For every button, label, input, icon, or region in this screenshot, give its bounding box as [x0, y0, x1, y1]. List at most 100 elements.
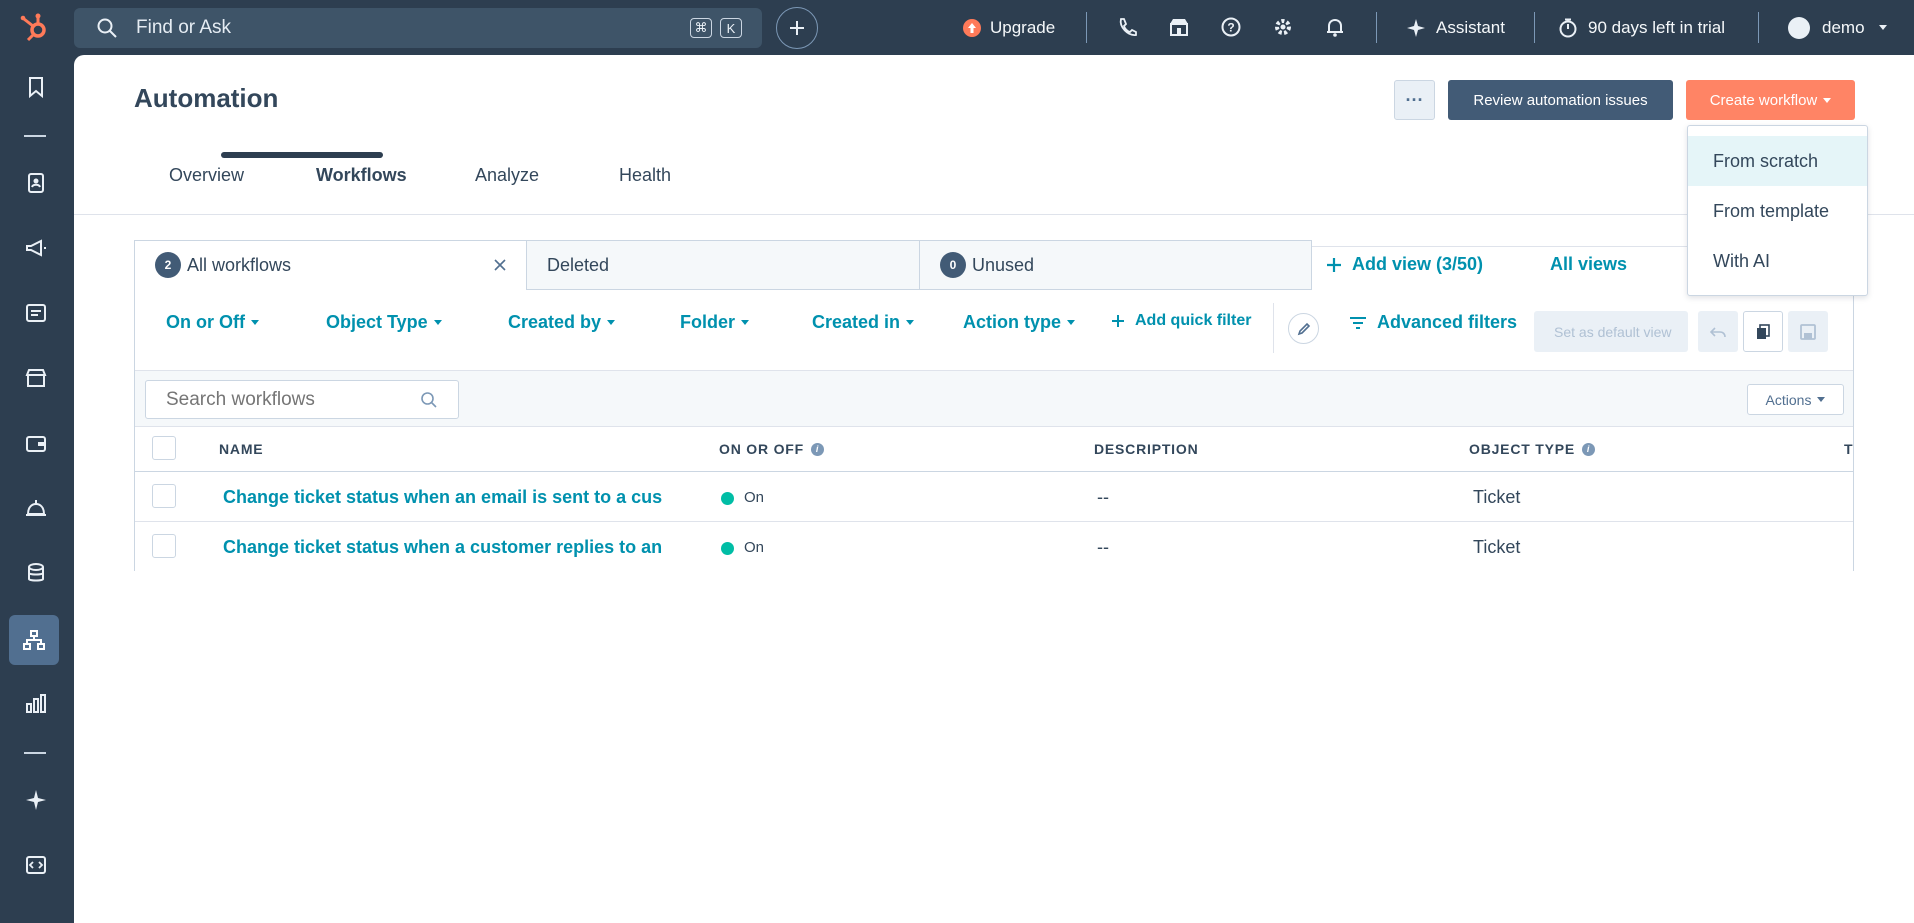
global-search-bar[interactable]: Find or Ask ⌘ K: [74, 8, 762, 48]
search-icon: [421, 392, 437, 408]
sparkle-icon: [1407, 18, 1425, 37]
chevron-down-icon: [251, 320, 259, 325]
all-views-link[interactable]: All views: [1550, 254, 1627, 275]
row-checkbox[interactable]: [152, 484, 176, 508]
workflow-search-field[interactable]: [145, 380, 459, 419]
workflow-name-link[interactable]: Change ticket status when a customer rep…: [223, 537, 663, 558]
column-header-on-off[interactable]: ON OR OFF i: [719, 441, 824, 457]
row-checkbox[interactable]: [152, 534, 176, 558]
content-icon[interactable]: [24, 301, 48, 325]
filter-folder[interactable]: Folder: [680, 312, 750, 333]
chevron-down-icon: [1067, 320, 1076, 325]
filter-separator: [1273, 303, 1274, 353]
bookmark-icon[interactable]: [24, 75, 48, 99]
save-disk-icon: [1800, 323, 1816, 340]
column-header-object-type[interactable]: OBJECT TYPE i: [1469, 441, 1596, 457]
set-as-default-view-button[interactable]: Set as default view: [1534, 311, 1688, 352]
more-options-button[interactable]: ···: [1394, 80, 1435, 120]
trial-status[interactable]: 90 days left in trial: [1558, 0, 1725, 55]
save-view-button[interactable]: [1788, 311, 1828, 352]
assistant-button[interactable]: Assistant: [1406, 0, 1505, 55]
workflow-object-type: Ticket: [1473, 487, 1521, 507]
review-automation-issues-button[interactable]: Review automation issues: [1448, 80, 1673, 120]
search-icon: [97, 18, 117, 38]
commerce-icon[interactable]: [24, 366, 48, 390]
clone-view-button[interactable]: [1743, 311, 1783, 352]
chevron-down-icon: [1817, 397, 1826, 402]
add-quick-filter-button[interactable]: Add quick filter: [1111, 312, 1251, 330]
view-tab-label: Deleted: [547, 254, 610, 275]
info-icon[interactable]: i: [810, 442, 824, 456]
notifications-bell-icon[interactable]: [1324, 16, 1346, 38]
wallet-icon[interactable]: [24, 431, 48, 455]
filter-action-type[interactable]: Action type: [963, 312, 1076, 333]
settings-gear-icon[interactable]: [1272, 16, 1294, 38]
pencil-icon: [1297, 322, 1310, 335]
column-header-label: ON OR OFF: [719, 441, 804, 457]
marketplace-icon[interactable]: [1168, 16, 1190, 38]
column-header-name[interactable]: NAME: [219, 441, 263, 457]
filter-on-or-off[interactable]: On or Off: [166, 312, 259, 333]
workflow-status-label: On: [744, 489, 765, 506]
sidebar-item-automation[interactable]: [9, 615, 59, 665]
workflow-status: On: [721, 489, 764, 506]
workflow-search-input[interactable]: [166, 388, 406, 411]
menu-item-from-scratch[interactable]: From scratch: [1688, 136, 1867, 186]
chevron-down-icon: [906, 320, 915, 325]
service-bell-icon[interactable]: [24, 496, 48, 520]
add-view-button[interactable]: Add view (3/50): [1326, 254, 1483, 275]
table-row: Change ticket status when an email is se…: [135, 472, 1853, 522]
create-workflow-button[interactable]: Create workflow: [1686, 80, 1855, 120]
timer-icon: [1559, 18, 1577, 37]
workflow-object-type: Ticket: [1473, 537, 1521, 557]
undo-button[interactable]: [1698, 311, 1738, 352]
select-all-checkbox[interactable]: [152, 436, 176, 460]
table-actions-button[interactable]: Actions: [1747, 384, 1844, 415]
view-tab-all-workflows[interactable]: 2 All workflows: [134, 240, 527, 290]
chevron-down-icon: [1878, 25, 1887, 30]
column-header-truncated[interactable]: T: [1844, 441, 1853, 457]
section-divider: [74, 214, 1914, 215]
menu-item-with-ai[interactable]: With AI: [1688, 236, 1867, 286]
table-row: Change ticket status when a customer rep…: [135, 522, 1853, 572]
info-icon[interactable]: i: [1582, 442, 1596, 456]
filter-label: On or Off: [166, 312, 245, 332]
nav-separator: [1758, 12, 1759, 43]
ai-sparkle-icon[interactable]: [24, 788, 48, 812]
advanced-filters-button[interactable]: Advanced filters: [1349, 312, 1517, 333]
close-icon[interactable]: [493, 258, 507, 272]
filter-created-by[interactable]: Created by: [508, 312, 616, 333]
filter-created-in[interactable]: Created in: [812, 312, 915, 333]
view-tab-unused[interactable]: 0 Unused: [919, 240, 1312, 290]
copy-icon: [1757, 323, 1770, 339]
tab-health[interactable]: Health: [619, 143, 671, 207]
workflows-panel: On or Off Object Type Created by Folder …: [134, 289, 1854, 572]
workflow-status-label: On: [744, 539, 765, 556]
marketing-megaphone-icon[interactable]: [24, 236, 48, 260]
edit-filters-button[interactable]: [1288, 313, 1319, 344]
workflow-description: --: [1097, 487, 1109, 507]
tab-analyze[interactable]: Analyze: [475, 143, 539, 207]
phone-icon[interactable]: [1116, 16, 1138, 38]
help-icon[interactable]: ?: [1220, 16, 1242, 38]
left-sidebar: [0, 55, 74, 923]
filter-label: Created by: [508, 312, 602, 332]
hubspot-logo-icon[interactable]: [16, 9, 52, 45]
quick-create-button[interactable]: [776, 7, 818, 49]
filter-label: Folder: [680, 312, 736, 332]
add-view-label: Add view (3/50): [1352, 254, 1484, 274]
contacts-icon[interactable]: [24, 171, 48, 195]
filter-object-type[interactable]: Object Type: [326, 312, 442, 333]
database-icon[interactable]: [24, 561, 48, 585]
view-tab-deleted[interactable]: Deleted: [526, 240, 920, 290]
upgrade-link[interactable]: Upgrade: [962, 0, 1055, 55]
account-name: demo: [1822, 17, 1865, 37]
column-header-description[interactable]: DESCRIPTION: [1094, 441, 1198, 457]
workflow-name-link[interactable]: Change ticket status when an email is se…: [223, 487, 663, 508]
workflow-icon: [23, 630, 45, 650]
global-search-placeholder: Find or Ask: [136, 17, 232, 38]
menu-item-from-template[interactable]: From template: [1688, 186, 1867, 236]
account-menu[interactable]: demo: [1788, 0, 1887, 55]
reports-chart-icon[interactable]: [24, 692, 48, 716]
developer-code-icon[interactable]: [24, 853, 48, 877]
